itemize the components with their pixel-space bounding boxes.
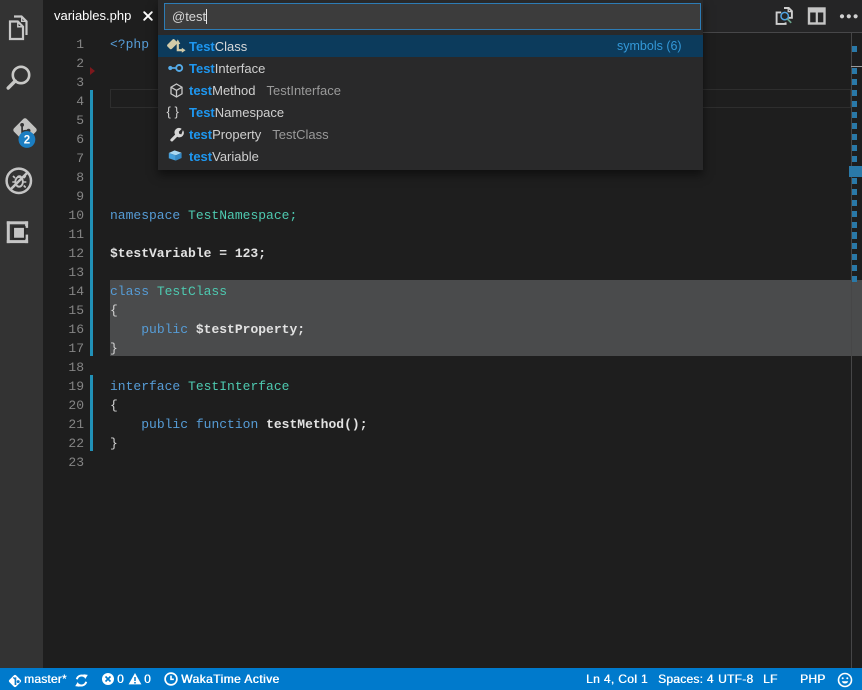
svg-text:2: 2: [24, 135, 30, 147]
